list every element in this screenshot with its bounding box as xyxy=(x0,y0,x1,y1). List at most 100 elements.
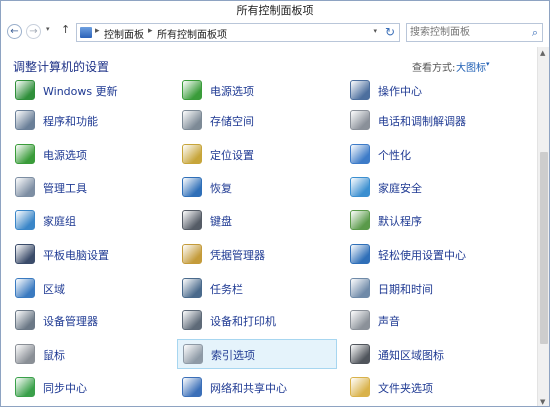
item-label: 日期和时间 xyxy=(378,283,433,296)
control-panel-item[interactable]: 个性化 xyxy=(350,139,520,169)
control-panel-item[interactable]: 轻松使用设置中心 xyxy=(350,239,520,269)
control-panel-item[interactable]: Windows 更新 xyxy=(15,75,165,105)
control-panel-item[interactable]: 通知区域图标 xyxy=(350,339,520,369)
control-panel-item[interactable]: 定位设置 xyxy=(182,139,342,169)
item-label: 索引选项 xyxy=(211,349,255,362)
search-box[interactable]: ⌕ xyxy=(406,23,543,42)
view-by-chevron-icon[interactable]: ▾ xyxy=(486,60,490,68)
scroll-down-icon[interactable]: ▼ xyxy=(540,398,545,406)
forward-button[interactable]: → xyxy=(26,24,41,39)
breadcrumb-all-items[interactable]: 所有控制面板项 xyxy=(157,26,227,41)
back-button[interactable]: ← xyxy=(7,24,22,39)
control-panel-item[interactable]: 区域 xyxy=(15,273,165,303)
family-safety-icon xyxy=(350,177,370,197)
action-center-icon xyxy=(350,80,370,100)
address-dropdown-icon[interactable]: ▾ xyxy=(373,27,377,35)
phone-modem-icon xyxy=(350,110,370,130)
address-toolbar: ← → ▾ ↑ ▸ 控制面板 ▸ 所有控制面板项 ▾ ↻ ⌕ xyxy=(1,17,549,46)
item-label: 电源选项 xyxy=(43,149,87,162)
control-panel-item[interactable]: 同步中心 xyxy=(15,372,165,402)
control-panel-item[interactable]: 声音 xyxy=(350,305,520,335)
control-panel-item[interactable]: 家庭组 xyxy=(15,205,165,235)
windows-update-icon xyxy=(15,80,35,100)
breadcrumb-separator[interactable]: ▸ xyxy=(148,26,153,36)
device-manager-icon xyxy=(15,310,35,330)
control-panel-item[interactable]: 任务栏 xyxy=(182,273,342,303)
item-label: 家庭安全 xyxy=(378,182,422,195)
item-label: 默认程序 xyxy=(378,215,422,228)
item-label: 管理工具 xyxy=(43,182,87,195)
address-bar[interactable]: ▸ 控制面板 ▸ 所有控制面板项 ▾ ↻ xyxy=(76,23,400,42)
tablet-settings-icon xyxy=(15,244,35,264)
item-label: 区域 xyxy=(43,283,65,296)
control-panel-window: 所有控制面板项 ← → ▾ ↑ ▸ 控制面板 ▸ 所有控制面板项 ▾ ↻ ⌕ 调… xyxy=(0,0,550,407)
control-panel-item[interactable]: 键盘 xyxy=(182,205,342,235)
control-panel-item[interactable]: 凭据管理器 xyxy=(182,239,342,269)
item-label: 程序和功能 xyxy=(43,115,98,128)
breadcrumb-separator[interactable]: ▸ xyxy=(95,26,100,36)
network-sharing-icon xyxy=(182,377,202,397)
item-label: 电话和调制解调器 xyxy=(378,115,466,128)
storage-spaces-icon xyxy=(182,110,202,130)
control-panel-item[interactable]: 操作中心 xyxy=(350,75,520,105)
item-label: 家庭组 xyxy=(43,215,76,228)
control-panel-item[interactable]: 电话和调制解调器 xyxy=(350,105,520,135)
item-label: 定位设置 xyxy=(210,149,254,162)
control-panel-item[interactable]: 存储空间 xyxy=(182,105,342,135)
control-panel-item[interactable]: 日期和时间 xyxy=(350,273,520,303)
folder-options-icon xyxy=(350,377,370,397)
ease-of-access-icon xyxy=(350,244,370,264)
control-panel-item[interactable]: 恢复 xyxy=(182,172,342,202)
taskbar-icon xyxy=(182,278,202,298)
scroll-up-icon[interactable]: ▲ xyxy=(540,49,545,57)
item-label: 存储空间 xyxy=(210,115,254,128)
item-label: 同步中心 xyxy=(43,382,87,395)
control-panel-item[interactable]: 平板电脑设置 xyxy=(15,239,165,269)
sound-icon xyxy=(350,310,370,330)
control-panel-item[interactable]: 家庭安全 xyxy=(350,172,520,202)
item-label: 平板电脑设置 xyxy=(43,249,109,262)
item-label: 网络和共享中心 xyxy=(210,382,287,395)
control-panel-item[interactable]: 网络和共享中心 xyxy=(182,372,342,402)
items-pane: 调整计算机的设置 查看方式: 大图标 ▾ Windows 更新 电源选项 操作中心程… xyxy=(1,47,537,406)
recovery-icon xyxy=(182,177,202,197)
item-label: Windows 更新 xyxy=(43,85,118,98)
control-panel-item[interactable]: 设备和打印机 xyxy=(182,305,342,335)
search-icon[interactable]: ⌕ xyxy=(532,26,538,40)
credential-manager-icon xyxy=(182,244,202,264)
search-input[interactable] xyxy=(410,26,520,39)
control-panel-item[interactable]: 电源选项 xyxy=(182,75,342,105)
personalization-icon xyxy=(350,144,370,164)
breadcrumb-control-panel[interactable]: 控制面板 xyxy=(104,26,144,41)
refresh-icon[interactable]: ↻ xyxy=(385,25,395,39)
control-panel-item[interactable]: 文件夹选项 xyxy=(350,372,520,402)
control-panel-item[interactable]: 设备管理器 xyxy=(15,305,165,335)
control-panel-item[interactable]: 程序和功能 xyxy=(15,105,165,135)
control-panel-item[interactable]: 默认程序 xyxy=(350,205,520,235)
programs-features-icon xyxy=(15,110,35,130)
control-panel-item[interactable]: 管理工具 xyxy=(15,172,165,202)
vertical-scrollbar[interactable]: ▲ ▼ xyxy=(537,47,549,406)
view-by-dropdown[interactable]: 大图标 xyxy=(456,59,486,74)
scroll-thumb[interactable] xyxy=(540,152,548,344)
up-button[interactable]: ↑ xyxy=(61,23,70,36)
keyboard-icon xyxy=(182,210,202,230)
recent-locations-dropdown-icon[interactable]: ▾ xyxy=(46,25,50,33)
view-by-label: 查看方式: xyxy=(412,63,456,74)
item-label: 键盘 xyxy=(210,215,232,228)
item-label: 声音 xyxy=(378,315,400,328)
item-label: 任务栏 xyxy=(210,283,243,296)
devices-printers-icon xyxy=(182,310,202,330)
sync-center-icon xyxy=(15,377,35,397)
indexing-options-icon xyxy=(183,344,203,364)
control-panel-item[interactable]: 索引选项 xyxy=(177,339,337,369)
power-options-icon xyxy=(182,80,202,100)
region-icon xyxy=(15,278,35,298)
location-settings-icon xyxy=(182,144,202,164)
control-panel-item[interactable]: 电源选项 xyxy=(15,139,165,169)
item-label: 恢复 xyxy=(210,182,232,195)
control-panel-item[interactable]: 鼠标 xyxy=(15,339,165,369)
date-time-icon xyxy=(350,278,370,298)
title-bar[interactable]: 所有控制面板项 xyxy=(1,1,549,17)
control-panel-icon xyxy=(80,27,92,38)
